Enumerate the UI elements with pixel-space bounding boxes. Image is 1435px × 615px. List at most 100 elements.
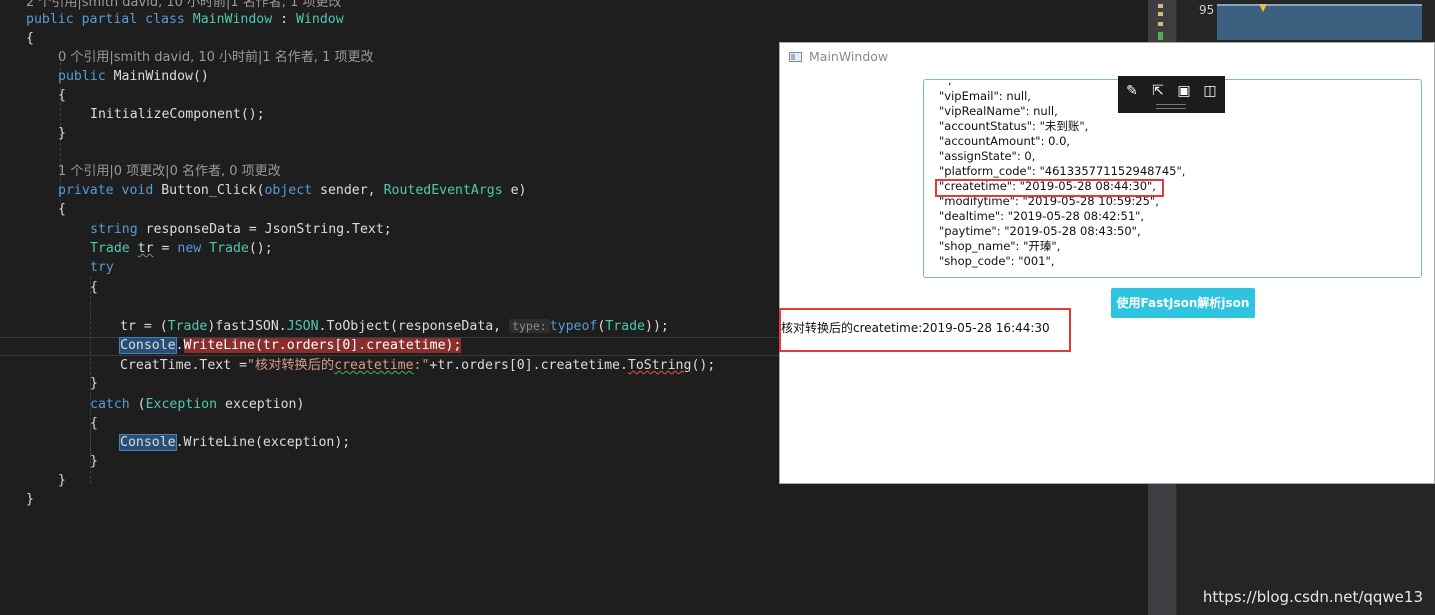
code-token: tr: [137, 241, 154, 256]
code-token: JSON: [286, 319, 319, 334]
code-token: public: [58, 69, 106, 84]
code-token: Console: [119, 434, 177, 451]
code-line[interactable]: {: [90, 414, 98, 433]
code-token: Trade: [605, 319, 645, 334]
code-token: }: [58, 473, 66, 488]
code-token: )fastJSON.: [207, 319, 287, 334]
createtime-highlight-box: [935, 179, 1164, 197]
code-token: public: [26, 12, 74, 27]
code-line[interactable]: string responseData = JsonString.Text;: [90, 220, 392, 239]
code-token: }: [58, 126, 66, 141]
code-token: CreatTime.Text =: [120, 358, 248, 373]
code-line[interactable]: catch (Exception exception): [90, 395, 304, 414]
code-token: :: [272, 12, 297, 27]
code-token: createtime: [334, 358, 414, 373]
code-token: Trade: [167, 319, 208, 334]
code-token: {: [26, 31, 34, 46]
code-token: void: [121, 183, 154, 198]
json-line: "vipEmail": null,: [939, 89, 1031, 103]
code-token: {: [90, 416, 98, 431]
xaml-debug-toolbar: ✎ ⇱ ▣ ◫: [1118, 76, 1225, 113]
watermark: https://blog.csdn.net/qqwe13: [1202, 588, 1423, 606]
scroll-marker: [1158, 4, 1163, 8]
code-token: MainWindow(): [105, 69, 209, 84]
live-tree-icon[interactable]: ✎: [1123, 82, 1141, 100]
code-token: .: [175, 338, 184, 353]
code-token: .WriteLine(exception);: [175, 435, 351, 450]
code-token: new: [177, 241, 202, 256]
code-token: }: [26, 492, 34, 507]
codelens-info[interactable]: 0 个引用|smith david, 10 小时前|1 名作者, 1 项更改: [58, 48, 373, 67]
json-line: "vipRealName": null,: [939, 104, 1058, 118]
json-line: "shop_name": "开瑧",: [939, 239, 1061, 253]
json-line: "dealtime": "2019-05-28 08:42:51",: [939, 209, 1145, 223]
code-line[interactable]: CreatTime.Text ="核对转换后的createtime:"+tr.o…: [120, 356, 715, 375]
display-adorners-icon[interactable]: ▣: [1175, 82, 1193, 100]
code-line[interactable]: }: [58, 471, 66, 490]
code-line[interactable]: {: [58, 200, 66, 219]
code-line[interactable]: private void Button_Click(object sender,…: [58, 181, 526, 200]
code-token: ();: [248, 241, 273, 256]
code-line[interactable]: Console.WriteLine(exception);: [119, 433, 351, 452]
code-token: }: [90, 376, 98, 391]
scroll-marker: [1158, 12, 1163, 16]
code-line[interactable]: }: [58, 124, 66, 143]
code-token: object: [264, 183, 313, 198]
codelens-text[interactable]: 2 个引用|smith david, 10 小时前|1 名作者, 1 项更改: [26, 0, 341, 10]
code-token: :": [413, 358, 430, 373]
scroll-marker: [1158, 22, 1163, 26]
code-token: Exception: [145, 397, 218, 412]
json-line-clipped: " , ": [939, 79, 1045, 87]
toolbar-grip[interactable]: [1156, 104, 1186, 109]
code-token: Button_Click(: [153, 183, 265, 198]
code-line[interactable]: {: [90, 278, 98, 297]
code-token: type:: [509, 319, 550, 333]
code-line[interactable]: tr = (Trade)fastJSON.JSON.ToObject(respo…: [120, 317, 669, 336]
perf-graph: [1217, 4, 1422, 40]
codelens-text[interactable]: 1 个引用|0 项更改|0 名作者, 0 项更改: [58, 164, 281, 179]
code-line[interactable]: Console.WriteLine(tr.orders[0].createtim…: [119, 336, 462, 355]
track-focus-icon[interactable]: ◫: [1201, 82, 1219, 100]
code-token: Trade: [90, 241, 130, 256]
code-token: private: [58, 183, 114, 198]
code-token: ();: [691, 358, 716, 373]
code-line[interactable]: try: [90, 258, 114, 277]
code-token: }: [90, 454, 98, 469]
code-line[interactable]: Trade tr = new Trade();: [90, 239, 273, 258]
code-token: (: [129, 397, 146, 412]
code-line[interactable]: public partial class MainWindow : Window: [26, 10, 344, 29]
code-token: .ToObject(responseData,: [318, 319, 510, 334]
code-token: ));: [645, 319, 669, 334]
code-line[interactable]: InitializeComponent();: [90, 105, 265, 124]
code-line[interactable]: }: [90, 452, 98, 471]
code-line[interactable]: {: [26, 29, 34, 48]
codelens-info[interactable]: 1 个引用|0 项更改|0 名作者, 0 项更改: [58, 162, 281, 181]
code-line[interactable]: }: [26, 490, 34, 509]
parse-json-button[interactable]: 使用FastJson解析json: [1111, 288, 1255, 318]
code-token: {: [58, 88, 66, 103]
result-highlight-box: [779, 308, 1071, 352]
code-token: WriteLine(tr.orders[0].createtime);: [183, 338, 462, 353]
json-line: "accountAmount": 0.0,: [939, 134, 1071, 148]
code-token: RoutedEventArgs: [383, 183, 503, 198]
select-element-icon[interactable]: ⇱: [1149, 82, 1167, 100]
code-token: InitializeComponent();: [90, 107, 265, 122]
code-line[interactable]: public MainWindow(): [58, 67, 209, 86]
code-token: string: [90, 222, 138, 237]
json-line: "paytime": "2019-05-28 08:43:50",: [939, 224, 1141, 238]
code-line[interactable]: {: [58, 86, 66, 105]
codelens-text[interactable]: 0 个引用|smith david, 10 小时前|1 名作者, 1 项更改: [58, 50, 373, 65]
window-icon: [789, 52, 802, 62]
code-token: try: [90, 260, 114, 275]
code-token: e): [502, 183, 527, 198]
code-token: Trade: [209, 241, 249, 256]
code-token: {: [58, 202, 66, 217]
json-line: "shop_code": "001",: [939, 254, 1055, 268]
code-token: exception): [217, 397, 305, 412]
window-titlebar[interactable]: MainWindow: [780, 43, 1434, 71]
code-line[interactable]: }: [90, 374, 98, 393]
main-window[interactable]: MainWindow " , " "vipEmail": null, "vipRea…: [779, 42, 1435, 484]
